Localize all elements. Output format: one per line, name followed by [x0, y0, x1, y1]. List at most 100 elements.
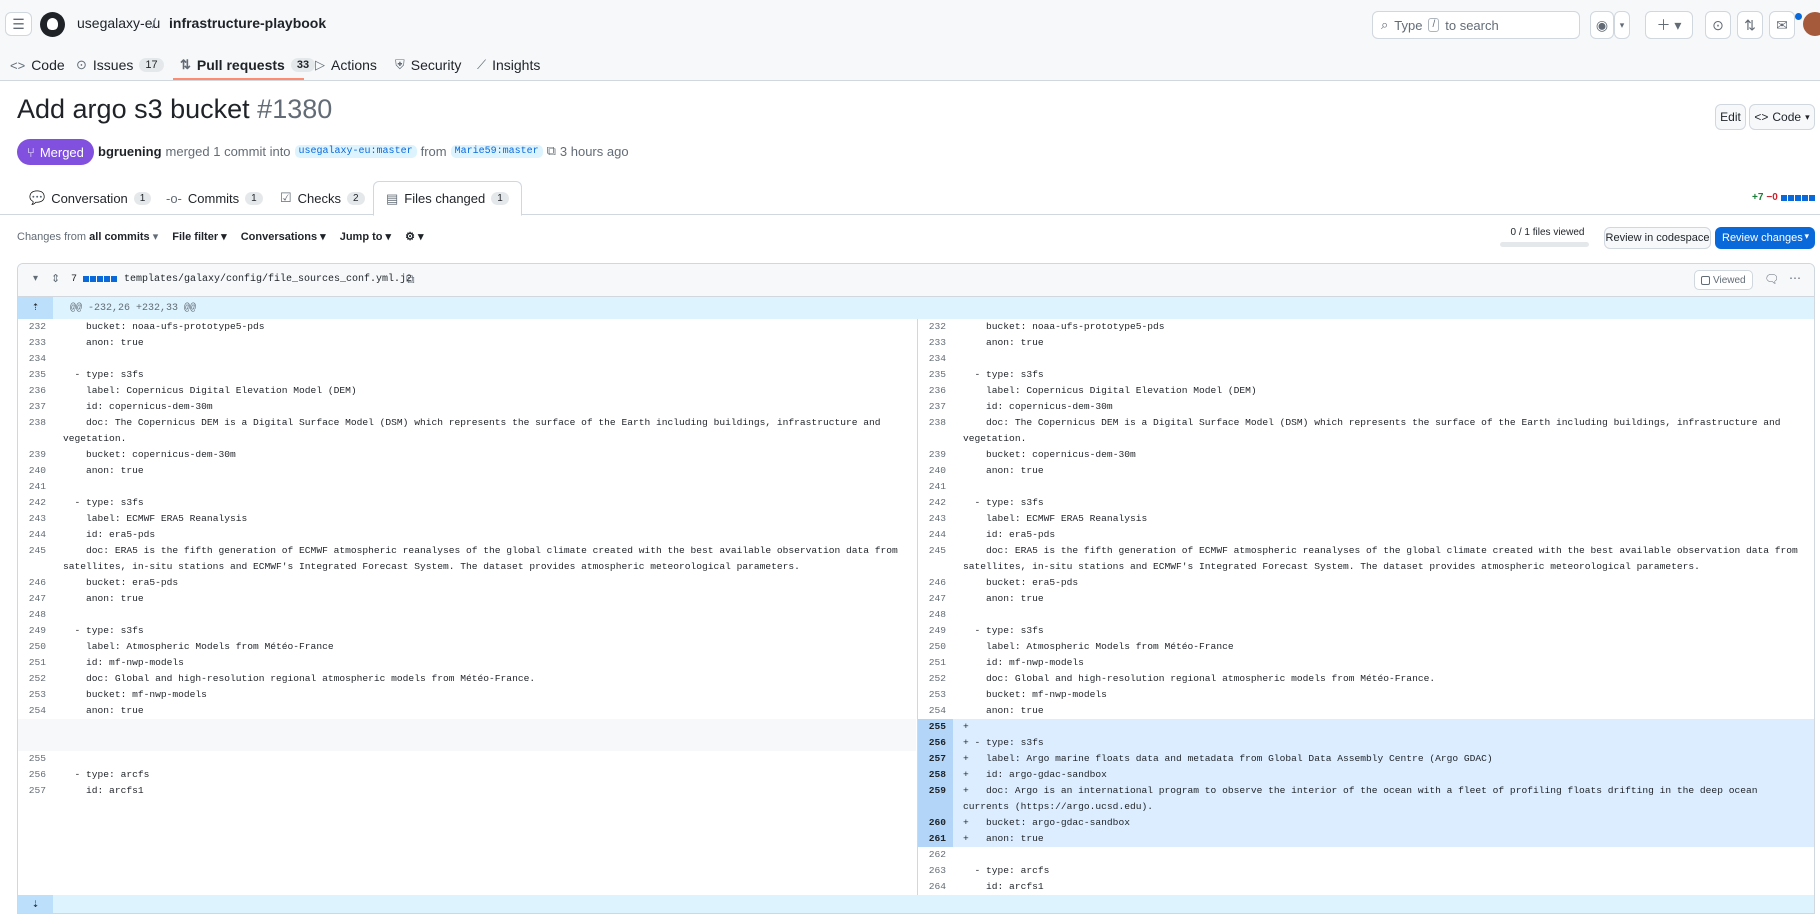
tab-conversation[interactable]: 💬 Conversation 1 [29, 181, 152, 215]
issues-icon[interactable]: ⊙ [1705, 11, 1731, 39]
expand-all-icon[interactable]: ⇕ [51, 272, 60, 285]
nav-security[interactable]: ⛨ Security [395, 52, 461, 78]
collapse-chevron-icon[interactable]: ▾ [33, 273, 38, 284]
line-number[interactable]: 232 [918, 319, 953, 335]
line-number[interactable]: 254 [18, 703, 53, 719]
line-number[interactable]: 253 [18, 687, 53, 703]
line-number[interactable]: 243 [18, 511, 53, 527]
line-number[interactable]: 256 [18, 767, 53, 783]
line-number[interactable]: 263 [918, 863, 953, 879]
review-in-codespace-button[interactable]: Review in codespace [1604, 227, 1711, 249]
line-number[interactable]: 246 [18, 575, 53, 591]
nav-actions[interactable]: ▷ Actions [315, 52, 377, 78]
line-number[interactable]: 256 [918, 735, 953, 751]
line-number[interactable]: 243 [918, 511, 953, 527]
line-number[interactable]: 248 [18, 607, 53, 623]
kebab-horizontal-icon[interactable]: ⋯ [1789, 271, 1802, 285]
line-number[interactable]: 240 [18, 463, 53, 479]
line-number[interactable]: 253 [918, 687, 953, 703]
head-branch[interactable]: Marie59:master [450, 144, 543, 158]
line-number[interactable]: 234 [918, 351, 953, 367]
edit-button[interactable]: Edit [1715, 104, 1746, 130]
menu-icon[interactable]: ☰ [5, 12, 32, 36]
line-number[interactable]: 258 [918, 767, 953, 783]
line-number[interactable]: 254 [918, 703, 953, 719]
diff-settings-icon[interactable]: ⚙ ▾ [405, 230, 423, 243]
review-changes-button[interactable]: Review changes ▾ [1715, 227, 1815, 249]
file-path[interactable]: templates/galaxy/config/file_sources_con… [124, 274, 412, 285]
copy-path-icon[interactable]: ⧉ [406, 272, 415, 287]
line-number[interactable]: 252 [918, 671, 953, 687]
line-number[interactable]: 244 [918, 527, 953, 543]
line-number[interactable]: 242 [18, 495, 53, 511]
line-number[interactable]: 238 [918, 415, 953, 447]
line-number[interactable]: 233 [18, 335, 53, 351]
line-number[interactable]: 251 [918, 655, 953, 671]
line-number[interactable]: 235 [918, 367, 953, 383]
nav-insights[interactable]: ⟋ Insights [477, 52, 540, 78]
line-number[interactable]: 237 [918, 399, 953, 415]
line-number[interactable]: 260 [918, 815, 953, 831]
changes-from-dropdown[interactable]: Changes from all commits ▾ [17, 230, 158, 243]
viewed-checkbox[interactable]: Viewed [1694, 270, 1753, 290]
line-number[interactable]: 262 [918, 847, 953, 863]
repo-owner-link[interactable]: usegalaxy-eu [77, 15, 160, 31]
base-branch[interactable]: usegalaxy-eu:master [294, 144, 417, 158]
line-number[interactable]: 241 [18, 479, 53, 495]
repo-name-link[interactable]: infrastructure-playbook [169, 15, 326, 31]
nav-code[interactable]: <> Code [10, 52, 65, 78]
line-number[interactable]: 247 [18, 591, 53, 607]
copilot-icon[interactable]: ◉ [1590, 11, 1614, 39]
line-number[interactable]: 264 [918, 879, 953, 895]
line-number[interactable]: 248 [918, 607, 953, 623]
inbox-icon[interactable]: ✉ [1769, 11, 1795, 39]
line-number[interactable]: 249 [918, 623, 953, 639]
line-number[interactable]: 234 [18, 351, 53, 367]
conversations-dropdown[interactable]: Conversations ▾ [241, 230, 326, 243]
copilot-dropdown-icon[interactable]: ▾ [1614, 11, 1630, 39]
line-number[interactable]: 235 [18, 367, 53, 383]
copy-icon[interactable]: ⧉ [547, 143, 556, 159]
line-number[interactable]: 245 [918, 543, 953, 575]
nav-pull-requests[interactable]: ⇅ Pull requests 33 [180, 52, 316, 78]
line-number[interactable]: 239 [918, 447, 953, 463]
line-number[interactable]: 239 [18, 447, 53, 463]
line-number[interactable]: 252 [18, 671, 53, 687]
line-number[interactable]: 242 [918, 495, 953, 511]
line-number[interactable]: 233 [918, 335, 953, 351]
tab-checks[interactable]: ☑ Checks 2 [280, 181, 365, 215]
pull-requests-icon[interactable]: ⇅ [1737, 11, 1763, 39]
github-logo-icon[interactable] [40, 12, 65, 37]
line-number[interactable]: 259 [918, 783, 953, 815]
line-number[interactable] [18, 719, 53, 751]
tab-files-changed[interactable]: ▤ Files changed 1 [373, 181, 522, 216]
nav-issues[interactable]: ⊙ Issues 17 [76, 52, 164, 78]
file-filter-dropdown[interactable]: File filter ▾ [172, 230, 226, 243]
code-button[interactable]: <> Code ▾ [1749, 104, 1815, 130]
line-number[interactable]: 236 [918, 383, 953, 399]
line-number[interactable]: 257 [18, 783, 53, 799]
line-number[interactable]: 237 [18, 399, 53, 415]
line-number[interactable]: 232 [18, 319, 53, 335]
line-number[interactable]: 240 [918, 463, 953, 479]
expand-down-icon[interactable]: ⇣ [18, 895, 53, 913]
line-number[interactable]: 246 [918, 575, 953, 591]
line-number[interactable]: 241 [918, 479, 953, 495]
line-number[interactable]: 250 [918, 639, 953, 655]
line-number[interactable]: 249 [18, 623, 53, 639]
line-number[interactable]: 238 [18, 415, 53, 447]
user-avatar[interactable] [1803, 12, 1820, 36]
expand-up-icon[interactable]: ⇡ [18, 297, 53, 319]
line-number[interactable]: 261 [918, 831, 953, 847]
line-number[interactable]: 247 [918, 591, 953, 607]
create-new-icon[interactable]: ＋ ▾ [1645, 11, 1693, 39]
search-input[interactable]: ⌕ Type / to search [1372, 11, 1580, 39]
line-number[interactable]: 250 [18, 639, 53, 655]
line-number[interactable]: 255 [918, 719, 953, 735]
jump-to-dropdown[interactable]: Jump to ▾ [340, 230, 391, 243]
tab-commits[interactable]: -o- Commits 1 [166, 181, 263, 215]
author-link[interactable]: bgruening [98, 144, 162, 159]
comment-icon[interactable]: 🗨 [1764, 272, 1779, 286]
line-number[interactable]: 255 [18, 751, 53, 767]
line-number[interactable]: 251 [18, 655, 53, 671]
